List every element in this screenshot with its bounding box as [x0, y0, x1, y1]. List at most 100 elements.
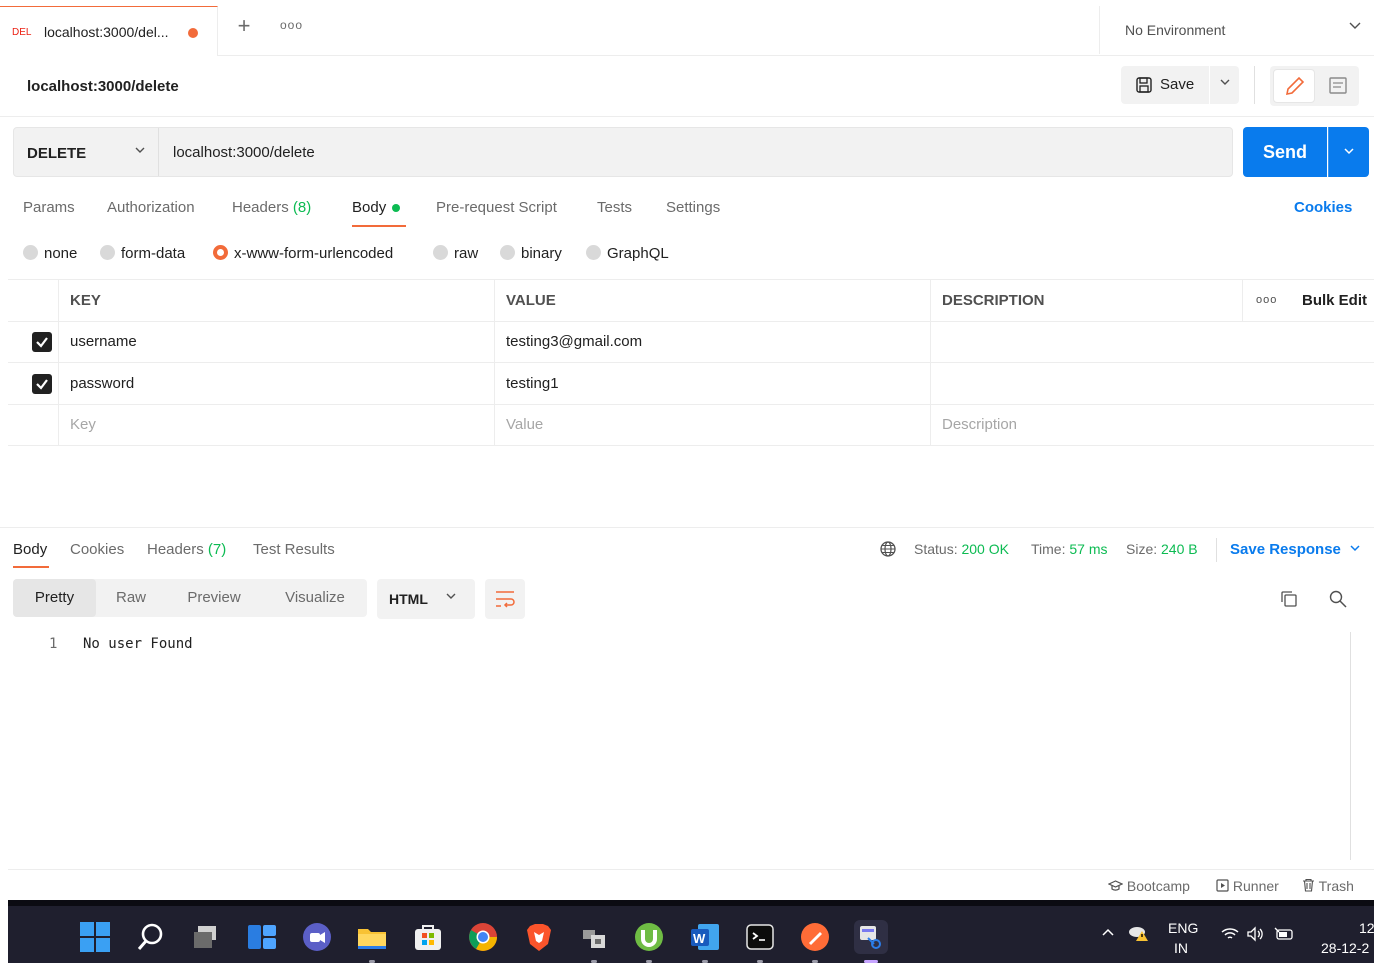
radio-raw[interactable]: raw	[433, 245, 478, 262]
response-tab-body[interactable]: Body	[13, 541, 47, 558]
view-mode-preview[interactable]: Preview	[168, 579, 260, 617]
brave-browser-icon[interactable]	[522, 920, 556, 954]
bootcamp-button[interactable]: Bootcamp	[1107, 878, 1190, 894]
tab-pre-request-script[interactable]: Pre-request Script	[436, 199, 557, 216]
cookies-link[interactable]: Cookies	[1294, 199, 1352, 216]
key-cell[interactable]: username	[58, 321, 494, 362]
globe-icon[interactable]	[879, 540, 897, 561]
radio-binary[interactable]: binary	[500, 245, 562, 262]
trash-icon	[1303, 878, 1314, 892]
description-cell[interactable]	[930, 363, 1374, 404]
radio-x-www-form-urlencoded[interactable]: x-www-form-urlencoded	[213, 245, 393, 262]
value-cell[interactable]: testing1	[494, 363, 930, 404]
column-header-value: VALUE	[494, 280, 930, 321]
battery-icon[interactable]	[1274, 926, 1296, 945]
description-input[interactable]: Description	[930, 404, 1374, 445]
row-checkbox[interactable]	[32, 332, 52, 352]
radio-graphql[interactable]: GraphQL	[586, 245, 669, 262]
more-horizontal-icon[interactable]: ooo	[280, 18, 303, 32]
teams-chat-icon[interactable]	[300, 920, 334, 954]
wrap-lines-icon[interactable]	[485, 579, 525, 619]
request-tab[interactable]: DEL localhost:3000/del...	[0, 6, 218, 56]
copy-icon[interactable]	[1279, 589, 1299, 612]
widgets-icon[interactable]	[245, 920, 279, 954]
more-horizontal-icon[interactable]: ooo	[1256, 294, 1277, 306]
url-input[interactable]: localhost:3000/delete	[173, 144, 315, 161]
terminal-icon[interactable]	[743, 920, 777, 954]
radio-form-data[interactable]: form-data	[100, 245, 185, 262]
radio-selected-icon	[213, 245, 228, 260]
response-tab-cookies[interactable]: Cookies	[70, 541, 124, 558]
radio-label: GraphQL	[607, 245, 669, 262]
send-button[interactable]: Send	[1243, 127, 1327, 177]
divider	[1254, 66, 1255, 104]
response-status[interactable]: Status: 200 OK	[914, 541, 1009, 557]
clock-time[interactable]: 12	[1359, 920, 1374, 936]
windows-start-icon[interactable]	[78, 920, 112, 954]
table-header-row: KEY VALUE DESCRIPTION ooo Bulk Edit	[8, 280, 1374, 322]
key-input[interactable]: Key	[58, 404, 494, 445]
view-mode-raw[interactable]: Raw	[98, 579, 164, 617]
key-text: password	[70, 375, 135, 392]
format-select[interactable]: HTML	[377, 579, 475, 619]
search-icon[interactable]	[134, 920, 168, 954]
chrome-icon[interactable]	[466, 920, 500, 954]
search-icon[interactable]	[1328, 589, 1348, 612]
environment-label: No Environment	[1125, 22, 1226, 38]
response-tab-test-results[interactable]: Test Results	[253, 541, 335, 558]
response-size[interactable]: Size: 240 B	[1126, 541, 1198, 557]
postman-icon[interactable]	[798, 920, 832, 954]
tab-authorization[interactable]: Authorization	[107, 199, 195, 216]
comment-icon[interactable]	[1320, 69, 1356, 103]
view-mode-visualize[interactable]: Visualize	[265, 579, 365, 617]
row-checkbox[interactable]	[32, 374, 52, 394]
environment-select[interactable]: No Environment	[1099, 6, 1374, 54]
request-title-row: localhost:3000/delete Save	[0, 56, 1374, 117]
tab-headers[interactable]: Headers (8)	[232, 199, 311, 216]
trash-button[interactable]: Trash	[1302, 878, 1354, 894]
trash-label: Trash	[1318, 878, 1354, 894]
language-indicator[interactable]: ENG	[1168, 920, 1198, 936]
tab-params[interactable]: Params	[23, 199, 75, 216]
plus-icon[interactable]: +	[232, 14, 256, 38]
onedrive-warning-icon[interactable]	[1128, 922, 1150, 945]
radio-circle-icon	[100, 245, 115, 260]
wifi-icon[interactable]	[1220, 926, 1240, 945]
method-select[interactable]: DELETE	[14, 128, 159, 176]
save-options-chevron-icon[interactable]	[1210, 66, 1239, 104]
chevron-up-icon[interactable]	[1100, 924, 1116, 943]
view-mode-pretty[interactable]: Pretty	[13, 579, 96, 617]
bootcamp-label: Bootcamp	[1126, 878, 1190, 894]
response-time[interactable]: Time: 57 ms	[1031, 541, 1108, 557]
snipping-tool-icon[interactable]	[854, 920, 888, 954]
radio-circle-icon	[433, 245, 448, 260]
description-cell[interactable]	[930, 321, 1374, 362]
microsoft-store-icon[interactable]	[411, 920, 445, 954]
chevron-down-icon	[445, 589, 457, 605]
file-explorer-icon[interactable]	[355, 920, 389, 954]
pencil-icon[interactable]	[1273, 69, 1315, 103]
radio-none[interactable]: none	[23, 245, 77, 262]
speaker-icon[interactable]	[1246, 926, 1266, 945]
save-response-button[interactable]: Save Response	[1230, 541, 1361, 558]
send-options-chevron-icon[interactable]	[1328, 127, 1369, 177]
network-app-icon[interactable]	[577, 920, 611, 954]
bulk-edit-button[interactable]: Bulk Edit	[1302, 292, 1367, 309]
value-input[interactable]: Value	[494, 404, 930, 445]
clock-date[interactable]: 28-12-2	[1321, 940, 1369, 956]
value-cell[interactable]: testing3@gmail.com	[494, 321, 930, 362]
task-view-icon[interactable]	[190, 920, 224, 954]
tab-body[interactable]: Body	[352, 199, 401, 216]
tab-tests[interactable]: Tests	[597, 199, 632, 216]
url-bar: DELETE localhost:3000/delete	[13, 127, 1233, 177]
microsoft-word-icon[interactable]: W	[688, 920, 722, 954]
response-body-editor[interactable]: 1 No user Found	[13, 632, 1350, 862]
runner-button[interactable]: Runner	[1216, 878, 1279, 894]
request-title[interactable]: localhost:3000/delete	[27, 78, 179, 95]
scrollbar[interactable]	[1350, 632, 1351, 860]
tab-settings[interactable]: Settings	[666, 199, 720, 216]
key-cell[interactable]: password	[58, 363, 494, 404]
save-button[interactable]: Save	[1121, 66, 1209, 104]
utorrent-icon[interactable]	[632, 920, 666, 954]
response-tab-headers[interactable]: Headers (7)	[147, 541, 226, 558]
